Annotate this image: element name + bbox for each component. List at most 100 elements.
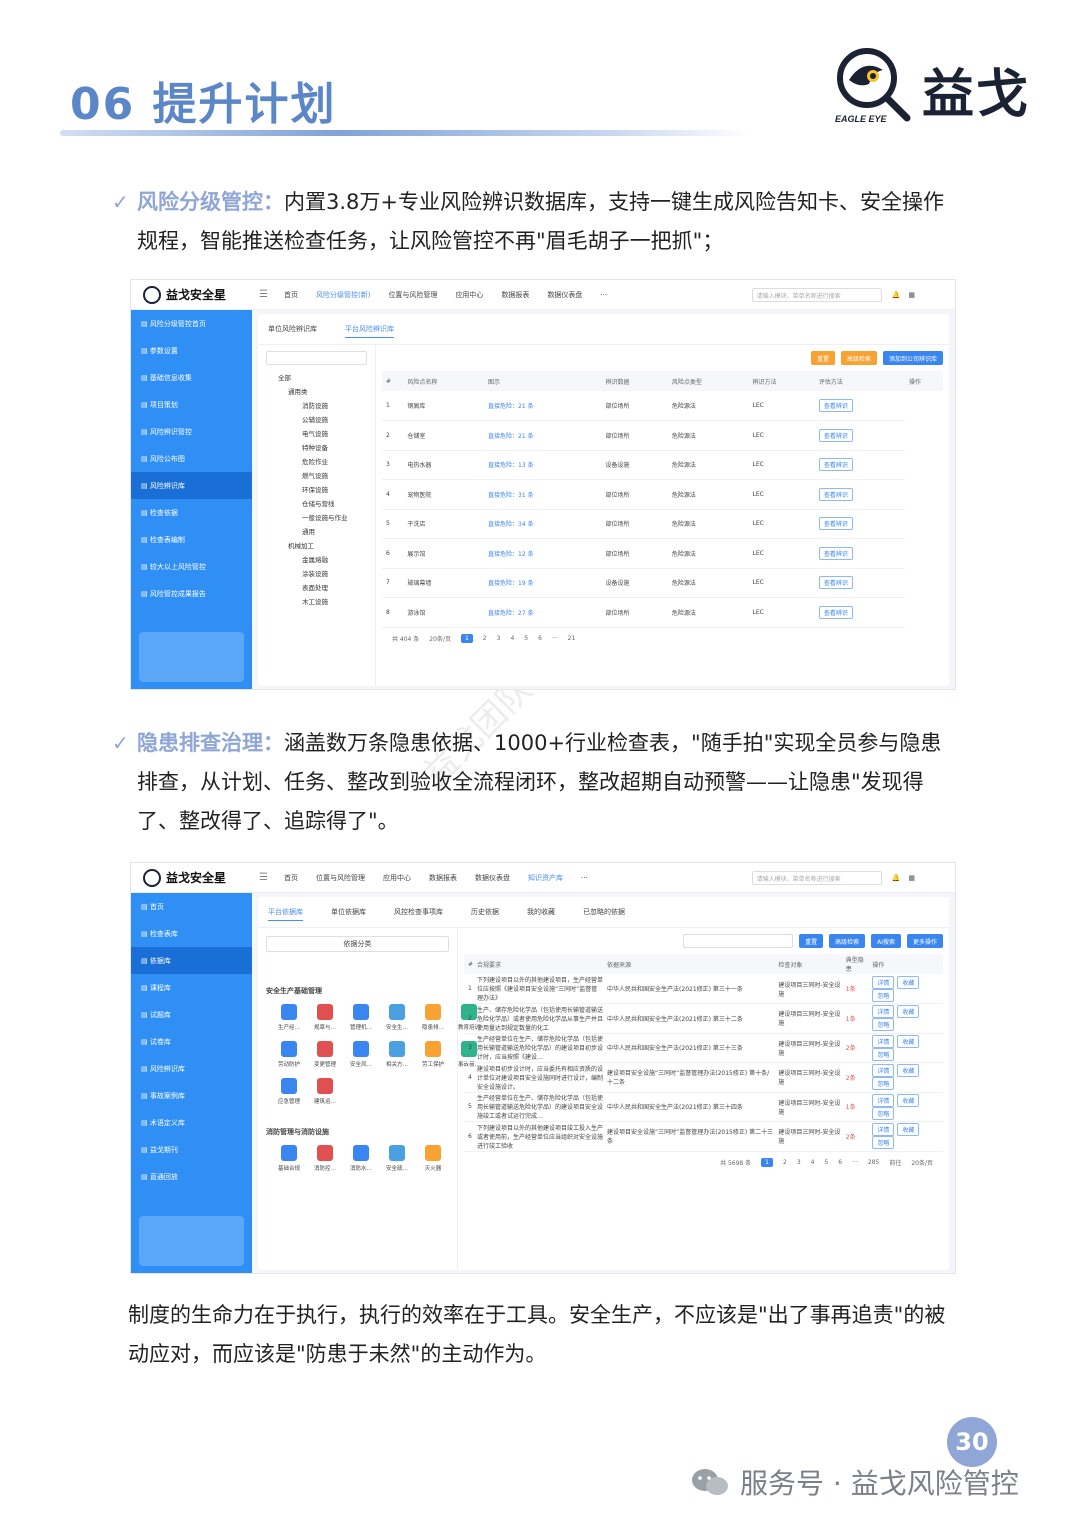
action-button[interactable]: 添加到公司辨识库 [882,351,943,365]
view-button[interactable]: 查看辨识 [818,605,853,619]
nav-item[interactable]: 知识资产库 [528,873,563,883]
category-tile[interactable]: 基础合规 [274,1145,304,1172]
row-action-button[interactable]: 收藏 [897,1093,920,1107]
category-tile[interactable]: 安全生… [382,1004,412,1031]
tree-node[interactable]: 木工设施 [268,595,375,609]
category-tile[interactable]: 灭火器 [418,1145,448,1172]
tree-node[interactable]: 特种设备 [268,441,375,455]
row-action-button[interactable]: 收藏 [897,975,920,989]
category-tile[interactable]: 相关方… [382,1041,412,1068]
tab[interactable]: 已忽略的依据 [583,907,625,921]
tree-node[interactable]: 仓储与营线 [268,497,375,511]
page-button[interactable]: 4 [811,1159,815,1166]
sidebar-item[interactable]: ▤ 试卷库 [131,1028,252,1055]
menu-toggle-icon[interactable]: ☰ [259,872,268,883]
sidebar-item[interactable]: ▤ 检查表库 [131,920,252,947]
tab[interactable]: 历史依据 [471,907,499,921]
category-tile[interactable]: 消防控… [310,1145,340,1172]
nav-item[interactable]: 首页 [284,290,298,300]
row-action-button[interactable]: 忽略 [872,988,895,1002]
global-search-input[interactable]: 请输入模块、菜单名称进行搜索 [751,287,882,302]
sidebar-item[interactable]: ▤ 益戈期刊 [131,1136,252,1163]
tab[interactable]: 我的收藏 [527,907,555,921]
row-action-button[interactable]: 忽略 [872,1018,895,1032]
page-button[interactable]: 1 [761,1157,773,1167]
page-button[interactable]: ··· [852,1159,858,1166]
view-button[interactable]: 查看辨识 [818,517,853,531]
view-button[interactable]: 查看辨识 [818,458,853,472]
keyword-input[interactable] [266,351,367,365]
category-tile[interactable]: 生产经… [274,1004,304,1031]
grid-icon[interactable]: ▦ [908,874,915,882]
tab[interactable]: 风控检查事项库 [394,907,443,921]
sidebar-item[interactable]: ▤ 基础信息收集 [131,364,252,391]
sidebar-item[interactable]: ▤ 风险辨识库 [131,1055,252,1082]
row-action-button[interactable]: 收藏 [897,1064,920,1078]
tree-node[interactable]: 表面处理 [268,581,375,595]
category-tile[interactable]: 变更管理 [310,1041,340,1068]
action-button[interactable]: 高级检索 [840,351,877,365]
sidebar-item[interactable]: ▤ 直通回放 [131,1163,252,1190]
page-button[interactable]: 5 [524,635,528,642]
tree-node[interactable]: 金属熔融 [268,553,375,567]
page-button[interactable]: 2 [483,635,487,642]
row-action-button[interactable]: 详情 [872,1093,895,1107]
category-tile[interactable]: 劳动防护 [274,1041,304,1068]
page-button[interactable]: 4 [510,635,514,642]
search-input[interactable] [683,934,794,948]
page-button[interactable]: 1 [460,633,473,643]
row-action-button[interactable]: 忽略 [872,1106,895,1120]
nav-item[interactable]: 应用中心 [383,873,411,883]
nav-item[interactable]: 位置与风险管理 [316,873,365,883]
category-tile[interactable]: 劳工保护 [418,1041,448,1068]
tree-node[interactable]: 危险作业 [268,455,375,469]
global-search-input[interactable]: 请输入模块、菜单名称进行搜索 [751,870,882,885]
row-action-button[interactable]: 详情 [872,1123,895,1137]
row-action-button[interactable]: 收藏 [897,1123,920,1137]
action-button[interactable]: 高级检索 [829,934,866,948]
sidebar-item[interactable]: ▤ 风险辨识库 [131,472,252,499]
per-page-select[interactable]: 20条/页 [429,634,451,643]
nav-item[interactable]: 数据报表 [429,873,457,883]
nav-item[interactable]: 风险分级管控(新) [316,290,370,300]
nav-item[interactable]: ··· [600,291,607,299]
nav-item[interactable]: 应用中心 [455,290,483,300]
sidebar-item[interactable]: ▤ 参数设置 [131,337,252,364]
row-action-button[interactable]: 详情 [872,975,895,989]
tree-node[interactable]: 一般设施与作业 [268,511,375,525]
page-button[interactable]: 6 [838,1159,842,1166]
tree-node[interactable]: 公辅设施 [268,413,375,427]
nav-item[interactable]: 数据报表 [501,290,529,300]
tab[interactable]: 平台风险辨识库 [345,324,394,338]
sidebar-item[interactable]: ▤ 试题库 [131,1001,252,1028]
view-button[interactable]: 查看辨识 [818,399,853,412]
category-tile[interactable]: 隐患排… [418,1004,448,1031]
sidebar-item[interactable]: ▤ 较大以上风险管控 [131,553,252,580]
bell-icon[interactable]: 🔔 [892,874,901,882]
sidebar-item[interactable]: ▤ 项目策划 [131,391,252,418]
bell-icon[interactable]: 🔔 [892,291,901,299]
tab[interactable]: 单位依据库 [331,907,366,921]
tab[interactable]: 平台依据库 [268,907,303,921]
sidebar-item[interactable]: ▤ 事故案例库 [131,1082,252,1109]
row-action-button[interactable]: 收藏 [897,1034,920,1048]
sidebar-item[interactable]: ▤ 风险管控成果报告 [131,580,252,607]
sidebar-item[interactable]: ▤ 课程库 [131,974,252,1001]
nav-item[interactable]: 数据仪表盘 [475,873,510,883]
row-action-button[interactable]: 收藏 [897,1005,920,1019]
sidebar-item[interactable]: ▤ 风险公布图 [131,445,252,472]
nav-item[interactable]: 数据仪表盘 [547,290,582,300]
row-action-button[interactable]: 忽略 [872,1077,895,1091]
tree-node[interactable]: 环保设施 [268,483,375,497]
tree-node[interactable]: 消防设施 [268,399,375,413]
view-button[interactable]: 查看辨识 [818,576,853,590]
action-button[interactable]: 重置 [810,351,835,365]
sidebar-item[interactable]: ▤ 检查依据 [131,499,252,526]
page-button[interactable]: 3 [797,1159,801,1166]
page-button[interactable]: 3 [497,635,501,642]
row-action-button[interactable]: 忽略 [872,1047,895,1061]
grid-icon[interactable]: ▦ [908,291,915,299]
per-page-select[interactable]: 20条/页 [911,1158,933,1167]
row-action-button[interactable]: 详情 [872,1034,895,1048]
view-button[interactable]: 查看辨识 [818,487,853,501]
